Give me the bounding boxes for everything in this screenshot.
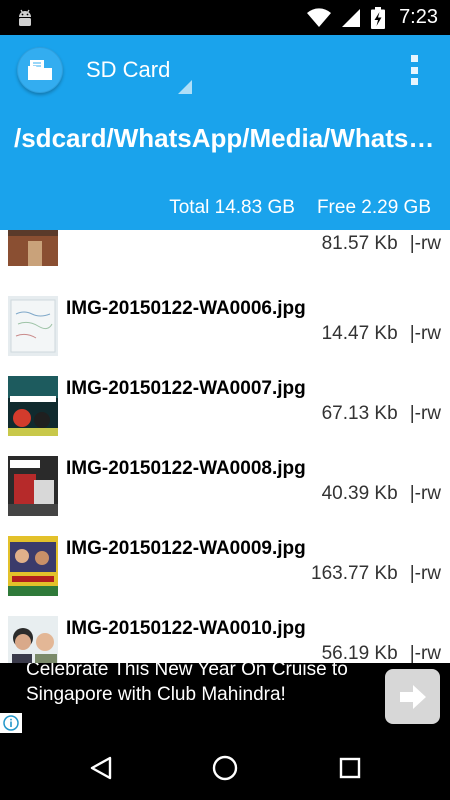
file-name: IMG-20150122-WA0007.jpg [66, 378, 306, 399]
navigation-bar [0, 735, 450, 800]
total-storage: Total 14.83 GB [169, 197, 295, 218]
info-icon[interactable] [0, 713, 22, 733]
signal-icon [342, 8, 361, 27]
file-meta: 163.77 Kb |-rw [311, 563, 441, 585]
back-icon [90, 756, 112, 780]
free-storage: Free 2.29 GB [316, 197, 431, 218]
file-permissions: |-rw [409, 643, 441, 663]
file-size: 163.77 Kb [311, 563, 398, 584]
file-permissions: |-rw [409, 323, 441, 344]
file-list[interactable]: 81.57 Kb |-rw IMG-20150122-WA0006.jpg 14… [0, 230, 450, 663]
file-meta: 56.19 Kb |-rw [322, 643, 441, 663]
dropdown-arrow-icon[interactable] [178, 80, 192, 94]
file-size: 67.13 Kb [321, 403, 398, 424]
app-header: SD Card /sdcard/WhatsApp/Media/WhatsApp … [0, 35, 450, 230]
file-row[interactable]: 81.57 Kb |-rw [0, 230, 450, 280]
file-meta: 14.47 Kb |-rw [322, 323, 441, 345]
battery-charging-icon [371, 6, 386, 29]
recents-icon [339, 757, 361, 779]
file-size: 14.47 Kb [321, 323, 398, 344]
file-meta: 67.13 Kb |-rw [322, 403, 441, 425]
file-name: IMG-20150122-WA0010.jpg [66, 618, 306, 639]
overflow-menu-icon[interactable] [408, 55, 420, 85]
home-icon [212, 755, 238, 781]
file-thumbnail [8, 536, 58, 596]
ad-text[interactable]: Celebrate This New Year On Cruise to Sin… [26, 663, 376, 707]
file-thumbnail [8, 456, 58, 516]
android-icon [19, 9, 31, 26]
app-icon-button[interactable] [17, 47, 63, 93]
file-size: 40.39 Kb [321, 483, 398, 504]
storage-info: Total 14.83 GB Free 2.29 GB [169, 197, 431, 219]
file-thumbnail [8, 230, 58, 266]
file-thumbnail [8, 296, 58, 356]
file-name: IMG-20150122-WA0006.jpg [66, 298, 306, 319]
file-row[interactable]: IMG-20150122-WA0006.jpg 14.47 Kb |-rw [0, 290, 450, 370]
file-permissions: |-rw [409, 483, 441, 504]
file-name: IMG-20150122-WA0009.jpg [66, 538, 306, 559]
file-size: 56.19 Kb [321, 643, 398, 663]
file-row[interactable]: IMG-20150122-WA0007.jpg 67.13 Kb |-rw [0, 370, 450, 450]
status-bar: 7:23 [0, 0, 450, 35]
file-row[interactable]: IMG-20150122-WA0009.jpg 163.77 Kb |-rw [0, 530, 450, 610]
file-permissions: |-rw [409, 403, 441, 424]
ad-open-button[interactable] [385, 669, 440, 724]
wifi-icon [307, 7, 332, 27]
arrow-right-icon [399, 684, 426, 709]
recents-button[interactable] [335, 753, 365, 783]
file-meta: 40.39 Kb |-rw [322, 483, 441, 505]
file-thumbnail [8, 616, 58, 663]
folder-icon [28, 60, 52, 80]
file-meta: 81.57 Kb |-rw [322, 233, 441, 255]
current-path: /sdcard/WhatsApp/Media/WhatsApp Images [14, 123, 440, 153]
ad-banner[interactable]: Celebrate This New Year On Cruise to Sin… [0, 663, 450, 735]
file-size: 81.57 Kb [321, 233, 398, 254]
storage-selector[interactable]: SD Card [86, 57, 170, 83]
file-row[interactable]: IMG-20150122-WA0008.jpg 40.39 Kb |-rw [0, 450, 450, 530]
file-thumbnail [8, 376, 58, 436]
file-permissions: |-rw [409, 563, 441, 584]
back-button[interactable] [86, 753, 116, 783]
status-time: 7:23 [399, 6, 438, 28]
file-permissions: |-rw [409, 233, 441, 254]
file-name: IMG-20150122-WA0008.jpg [66, 458, 306, 479]
home-button[interactable] [210, 753, 240, 783]
file-row[interactable]: IMG-20150122-WA0010.jpg 56.19 Kb |-rw [0, 610, 450, 663]
